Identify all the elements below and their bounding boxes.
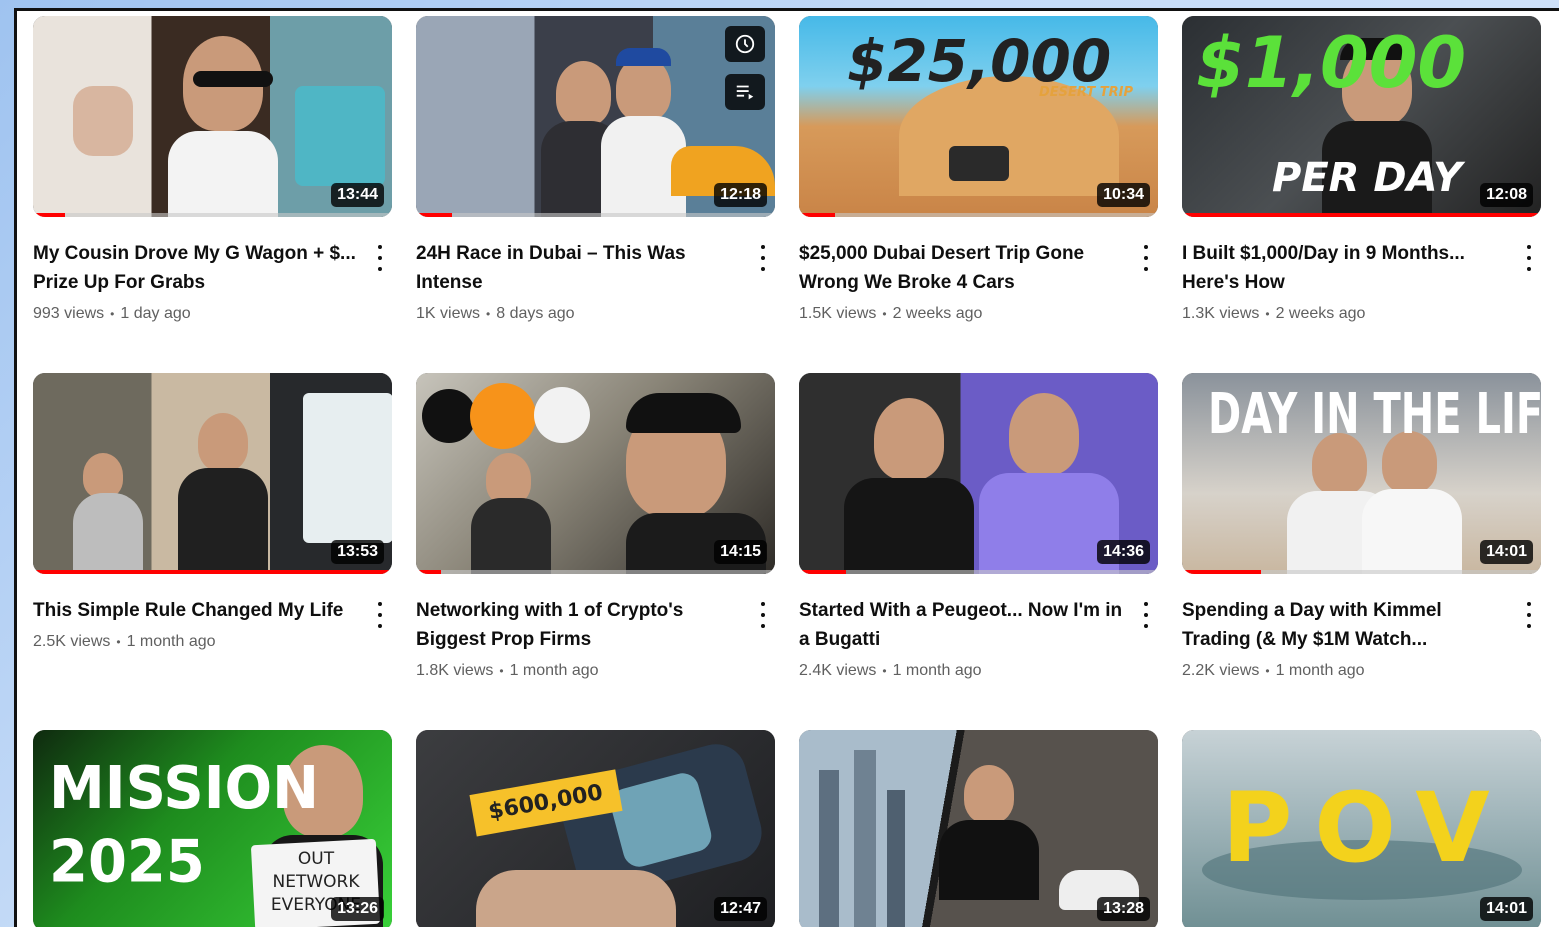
video-thumbnail[interactable]: 13:28 [799, 730, 1158, 927]
video-thumbnail[interactable]: 12:18 [416, 16, 775, 217]
video-thumbnail[interactable]: DAY IN THE LIFE 14:01 [1182, 373, 1541, 574]
video-title[interactable]: $25,000 Dubai Desert Trip Gone Wrong We … [799, 239, 1124, 297]
view-count: 1.5K views [799, 305, 877, 322]
upload-age: 1 month ago [126, 633, 216, 650]
video-thumbnail[interactable]: 14:15 [416, 373, 775, 574]
upload-age: 2 weeks ago [892, 305, 983, 322]
video-thumbnail[interactable]: 13:53 [33, 373, 392, 574]
video-card[interactable]: $600,000 12:47 [416, 730, 775, 927]
duration-badge: 12:08 [1480, 183, 1533, 207]
view-count: 993 views [33, 305, 105, 322]
video-thumbnail[interactable]: $25,000 DESERT TRIP 10:34 [799, 16, 1158, 217]
video-card[interactable]: 12:18 24H Race in Dubai – This Was Inten… [416, 16, 775, 373]
view-count: 2.4K views [799, 662, 877, 679]
duration-badge: 12:47 [714, 897, 767, 921]
video-metadata: 2.4K views • 1 month ago [799, 662, 982, 679]
kebab-icon[interactable] [1134, 243, 1158, 273]
view-count: 2.2K views [1182, 662, 1260, 679]
view-count: 2.5K views [33, 633, 111, 650]
clock-icon[interactable] [725, 26, 765, 62]
video-title[interactable]: I Built $1,000/Day in 9 Months... Here's… [1182, 239, 1507, 297]
upload-age: 2 weeks ago [1275, 305, 1366, 322]
kebab-icon[interactable] [1517, 243, 1541, 273]
kebab-icon[interactable] [1134, 600, 1158, 630]
duration-badge: 14:36 [1097, 540, 1150, 564]
duration-badge: 13:44 [331, 183, 384, 207]
kebab-icon[interactable] [751, 243, 775, 273]
video-grid: 13:44 My Cousin Drove My G Wagon + $... … [33, 16, 1541, 927]
kebab-icon[interactable] [751, 600, 775, 630]
video-metadata: 2.5K views • 1 month ago [33, 633, 216, 650]
video-title[interactable]: Started With a Peugeot... Now I'm in a B… [799, 596, 1124, 654]
duration-badge: 13:53 [331, 540, 384, 564]
video-title[interactable]: Spending a Day with Kimmel Trading (& My… [1182, 596, 1507, 654]
video-card[interactable]: POV 14:01 [1182, 730, 1541, 927]
video-card[interactable]: DAY IN THE LIFE 14:01 Spending a Day wit… [1182, 373, 1541, 730]
thumbnail-overlay-text: POV [1222, 772, 1512, 884]
kebab-icon[interactable] [368, 243, 392, 273]
upload-age: 1 month ago [509, 662, 599, 679]
kebab-icon[interactable] [1517, 600, 1541, 630]
video-title[interactable]: 24H Race in Dubai – This Was Intense [416, 239, 741, 297]
thumbnail-overlay-text: $25,000 [847, 27, 1112, 95]
upload-age: 1 day ago [120, 305, 191, 322]
video-card[interactable]: 13:28 [799, 730, 1158, 927]
video-card[interactable]: 14:15 Networking with 1 of Crypto's Bigg… [416, 373, 775, 730]
duration-badge: 14:01 [1480, 897, 1533, 921]
video-metadata: 2.2K views • 1 month ago [1182, 662, 1365, 679]
duration-badge: 14:15 [714, 540, 767, 564]
duration-badge: 13:26 [331, 897, 384, 921]
video-thumbnail[interactable]: 14:36 [799, 373, 1158, 574]
upload-age: 1 month ago [1275, 662, 1365, 679]
thumbnail-overlay-text: DAY IN THE LIFE [1208, 382, 1541, 448]
view-count: 1.3K views [1182, 305, 1260, 322]
video-metadata: 993 views • 1 day ago [33, 305, 191, 322]
video-title[interactable]: My Cousin Drove My G Wagon + $... Prize … [33, 239, 358, 297]
thumbnail-overlay-text: $1,000 [1196, 22, 1467, 104]
queue-icon[interactable] [725, 74, 765, 110]
upload-age: 8 days ago [496, 305, 575, 322]
video-thumbnail[interactable]: POV 14:01 [1182, 730, 1541, 927]
kebab-icon[interactable] [368, 600, 392, 630]
duration-badge: 13:28 [1097, 897, 1150, 921]
browser-viewport: 13:44 My Cousin Drove My G Wagon + $... … [14, 8, 1559, 927]
video-metadata: 1.3K views • 2 weeks ago [1182, 305, 1366, 322]
video-metadata: 1K views • 8 days ago [416, 305, 575, 322]
thumbnail-overlay-subtext: PER DAY [1272, 155, 1462, 201]
video-title[interactable]: This Simple Rule Changed My Life [33, 596, 358, 625]
video-metadata: 1.8K views • 1 month ago [416, 662, 599, 679]
upload-age: 1 month ago [892, 662, 982, 679]
video-card[interactable]: 13:53 This Simple Rule Changed My Life 2… [33, 373, 392, 730]
thumbnail-overlay-text: MISSION 2025 [49, 754, 320, 897]
duration-badge: 14:01 [1480, 540, 1533, 564]
thumbnail-overlay-subtext: DESERT TRIP [1039, 85, 1133, 100]
video-metadata: 1.5K views • 2 weeks ago [799, 305, 983, 322]
video-card[interactable]: 14:36 Started With a Peugeot... Now I'm … [799, 373, 1158, 730]
video-title[interactable]: Networking with 1 of Crypto's Biggest Pr… [416, 596, 741, 654]
video-thumbnail[interactable]: $1,000 PER DAY 12:08 [1182, 16, 1541, 217]
video-card[interactable]: $25,000 DESERT TRIP 10:34 $25,000 Dubai … [799, 16, 1158, 373]
view-count: 1K views [416, 305, 481, 322]
duration-badge: 12:18 [714, 183, 767, 207]
video-thumbnail[interactable]: $600,000 12:47 [416, 730, 775, 927]
video-thumbnail[interactable]: MISSION 2025 OUT NETWORK EVERYONE 13:26 [33, 730, 392, 927]
video-thumbnail[interactable]: 13:44 [33, 16, 392, 217]
video-card[interactable]: 13:44 My Cousin Drove My G Wagon + $... … [33, 16, 392, 373]
video-card[interactable]: $1,000 PER DAY 12:08 I Built $1,000/Day … [1182, 16, 1541, 373]
view-count: 1.8K views [416, 662, 494, 679]
video-card[interactable]: MISSION 2025 OUT NETWORK EVERYONE 13:26 [33, 730, 392, 927]
duration-badge: 10:34 [1097, 183, 1150, 207]
